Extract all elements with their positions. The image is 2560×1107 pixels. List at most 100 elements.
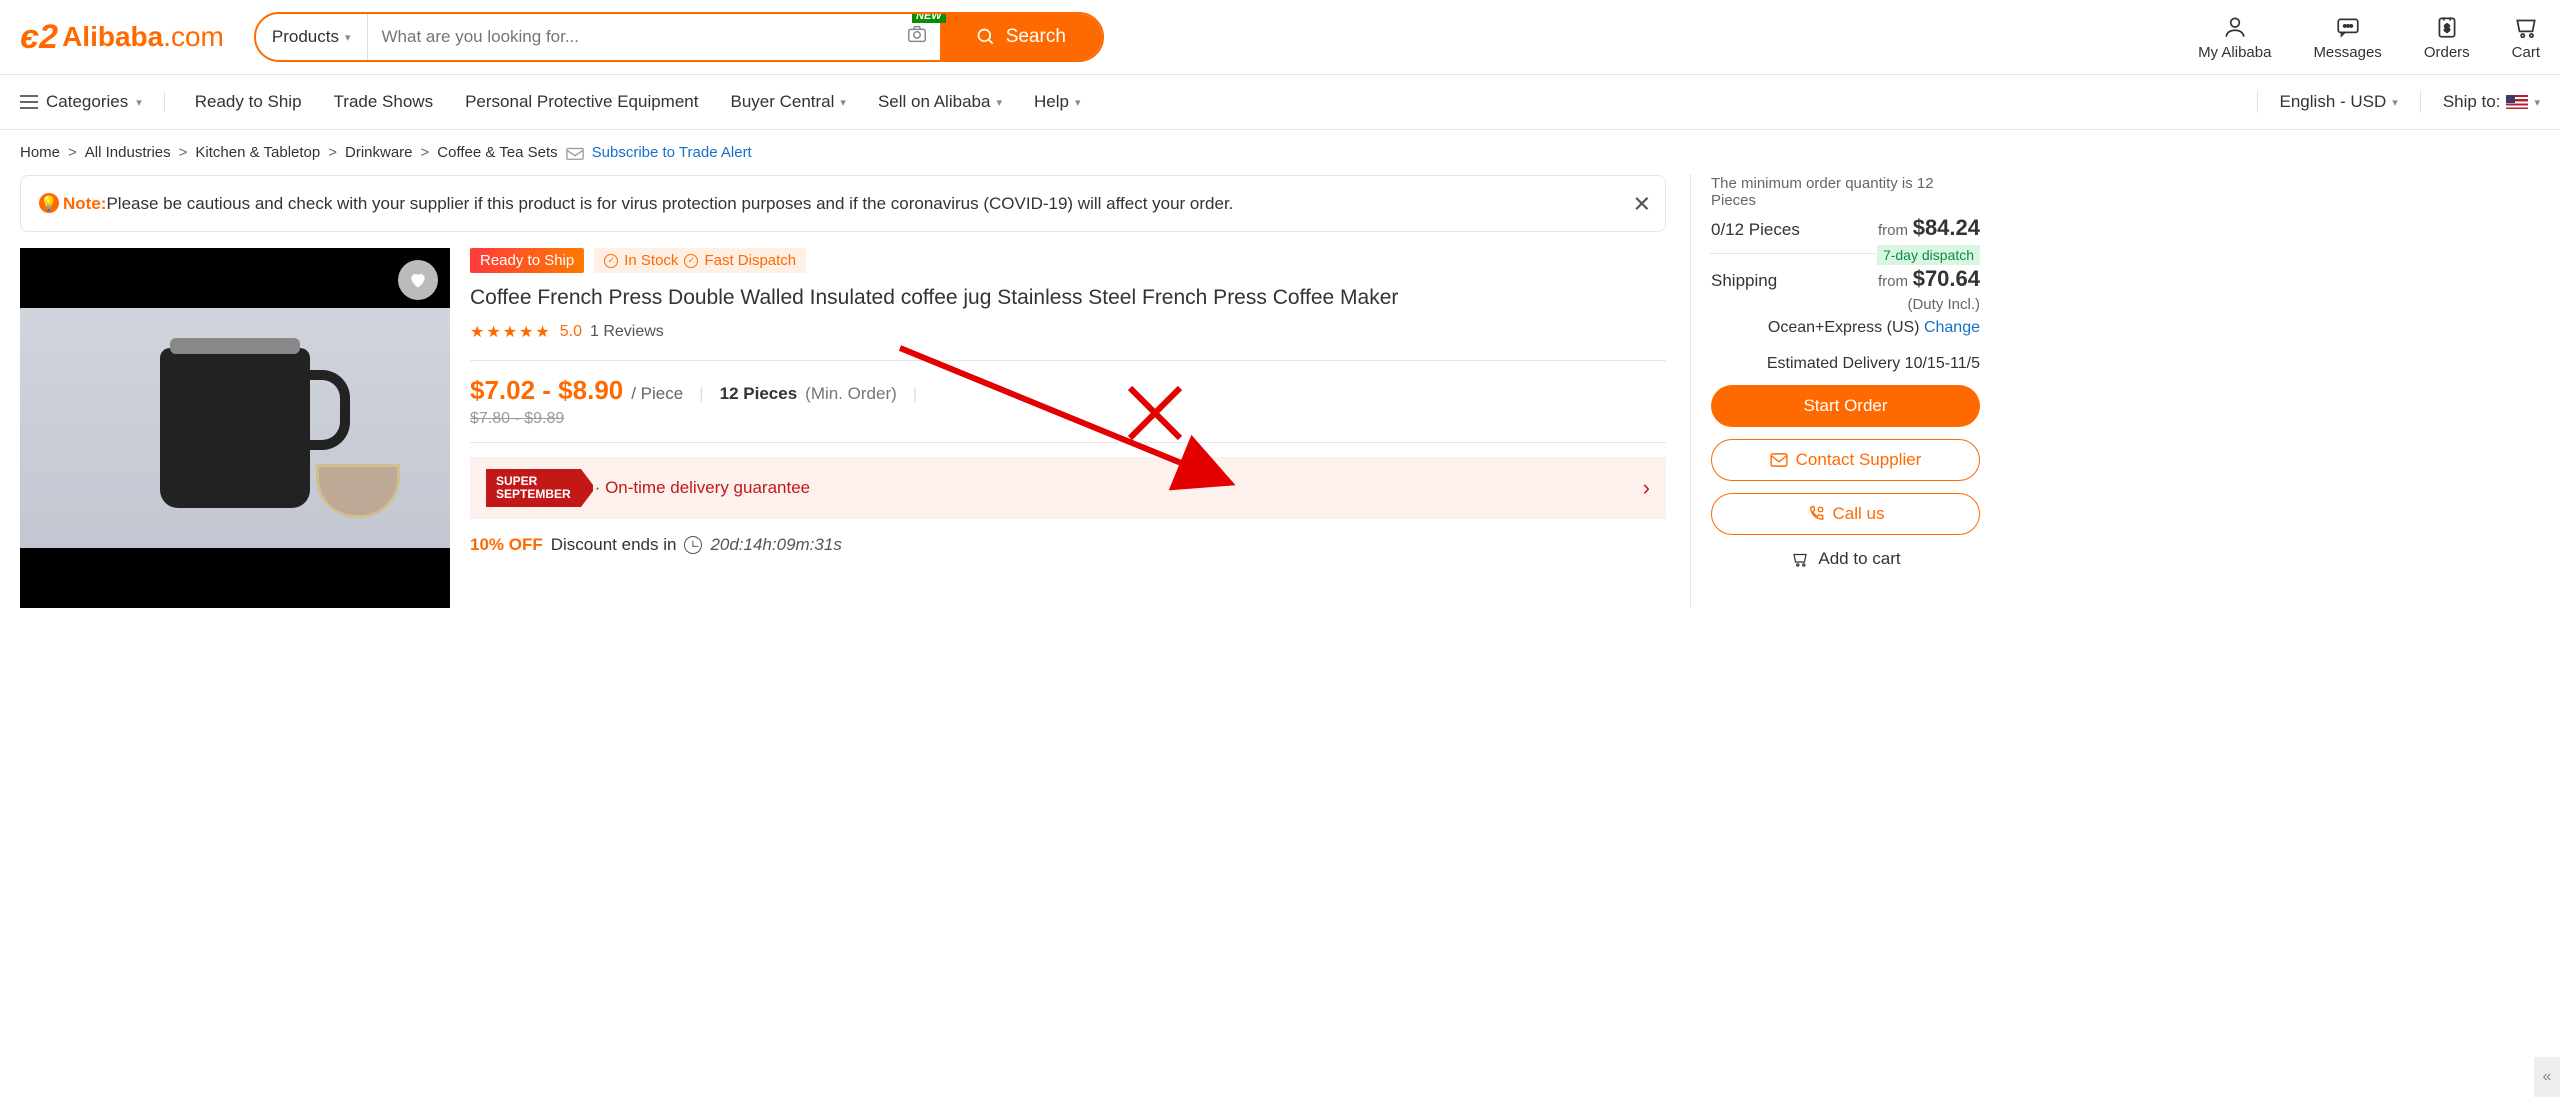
search-button-label: Search [1006, 26, 1066, 48]
chevron-down-icon: ▾ [840, 96, 846, 109]
ship-to-selector[interactable]: Ship to: ▾ [2443, 92, 2540, 112]
pieces-count: 0/12 Pieces [1711, 220, 1800, 240]
bc-all-industries[interactable]: All Industries [85, 144, 171, 161]
old-price: $7.80 - $9.89 [470, 410, 1666, 428]
image-search-icon[interactable]: NEW [894, 23, 940, 51]
search-button[interactable]: Search [940, 14, 1102, 60]
nav-ready-to-ship[interactable]: Ready to Ship [195, 92, 302, 112]
svg-text:$: $ [2444, 23, 2450, 34]
mail-icon [1770, 453, 1788, 467]
moq-text: The minimum order quantity is 12 Pieces [1711, 175, 1980, 209]
reviews-count: 1 Reviews [590, 323, 664, 341]
user-icon [2222, 14, 2248, 40]
ready-to-ship-badge: Ready to Ship [470, 248, 584, 273]
bc-drinkware[interactable]: Drinkware [345, 144, 413, 161]
check-icon: ✓ [684, 254, 698, 268]
categories-label: Categories [46, 92, 128, 112]
breadcrumb: Home > All Industries > Kitchen & Tablet… [0, 130, 2560, 175]
chevron-down-icon: ▾ [996, 96, 1002, 109]
nav-buyer-central[interactable]: Buyer Central ▾ [730, 92, 845, 112]
add-to-cart-button[interactable]: Add to cart [1711, 549, 1980, 569]
alibaba-logo[interactable]: є2 Alibaba.com [20, 18, 224, 57]
search-bar: Products ▾ NEW Search [254, 12, 1104, 62]
heart-icon [408, 270, 428, 290]
nav-trade-shows[interactable]: Trade Shows [334, 92, 434, 112]
contact-supplier-button[interactable]: Contact Supplier [1711, 439, 1980, 481]
dispatch-badge: 7-day dispatch [1877, 245, 1980, 265]
call-us-button[interactable]: Call us [1711, 493, 1980, 535]
discount-percent: 10% OFF [470, 535, 543, 555]
close-icon[interactable]: ✕ [1633, 186, 1651, 221]
bc-kitchen-tabletop[interactable]: Kitchen & Tabletop [195, 144, 320, 161]
price-unit: / Piece [631, 384, 683, 404]
nav-sell-on-alibaba[interactable]: Sell on Alibaba ▾ [878, 92, 1002, 112]
orders-icon: $ [2434, 14, 2460, 40]
clock-icon [684, 536, 702, 554]
logo-icon: є2 [20, 18, 58, 57]
note-text: Please be cautious and check with your s… [106, 194, 1233, 213]
search-category-label: Products [272, 27, 339, 47]
my-alibaba-link[interactable]: My Alibaba [2198, 14, 2271, 61]
product-title: Coffee French Press Double Walled Insula… [470, 283, 1666, 313]
search-input[interactable] [368, 14, 894, 60]
rating-value: 5.0 [560, 323, 582, 341]
chevron-down-icon: ▾ [2392, 96, 2398, 109]
subscribe-trade-alert[interactable]: Subscribe to Trade Alert [592, 144, 752, 161]
chevron-right-icon: › [1643, 475, 1650, 501]
duty-label: (Duty Incl.) [1711, 296, 1980, 313]
nav-ppe[interactable]: Personal Protective Equipment [465, 92, 698, 112]
countdown-timer: 20d:14h:09m:31s [710, 535, 841, 555]
product-image[interactable] [20, 248, 450, 608]
covid-note: 💡Note:Please be cautious and check with … [20, 175, 1666, 232]
categories-menu[interactable]: Categories ▾ [20, 92, 165, 112]
chevron-down-icon: ▾ [1075, 96, 1081, 109]
logo-text: Alibaba [62, 21, 163, 53]
shipping-method: Ocean+Express (US) [1768, 319, 1920, 336]
discount-label: Discount ends in [551, 535, 677, 555]
logo-suffix: .com [163, 21, 224, 53]
side-expand-tab[interactable]: « [2534, 1057, 2560, 1097]
nav-help[interactable]: Help ▾ [1034, 92, 1081, 112]
mail-icon [566, 145, 584, 161]
note-label: Note: [63, 194, 106, 213]
min-order-qty: 12 Pieces [720, 384, 798, 404]
messages-label: Messages [2313, 44, 2381, 61]
favorite-button[interactable] [398, 260, 438, 300]
phone-icon [1807, 505, 1825, 523]
lightbulb-icon: 💡 [39, 193, 59, 213]
price-range: $7.02 - $8.90 [470, 375, 623, 406]
messages-link[interactable]: Messages [2313, 14, 2381, 61]
chevron-down-icon: ▾ [345, 31, 351, 44]
chevron-down-icon: ▾ [136, 96, 142, 109]
star-icons: ★★★★★ [470, 322, 552, 342]
us-flag-icon [2506, 95, 2528, 109]
min-order-label: (Min. Order) [805, 384, 897, 404]
shipping-price: $70.64 [1913, 266, 1980, 291]
stock-badges: ✓In Stock ✓Fast Dispatch [594, 248, 806, 273]
cart-icon [1790, 550, 1810, 568]
bc-home[interactable]: Home [20, 144, 60, 161]
product-rating[interactable]: ★★★★★ 5.0 1 Reviews [470, 322, 1666, 342]
estimated-delivery: Estimated Delivery 10/15-11/5 [1711, 355, 1980, 373]
menu-icon [20, 95, 38, 109]
promo-text: · On-time delivery guarantee [595, 478, 1629, 498]
check-icon: ✓ [604, 254, 618, 268]
promo-banner[interactable]: SUPER SEPTEMBER · On-time delivery guara… [470, 457, 1666, 519]
new-badge: NEW [912, 12, 946, 23]
bc-coffee-tea[interactable]: Coffee & Tea Sets [437, 144, 557, 161]
my-alibaba-label: My Alibaba [2198, 44, 2271, 61]
cart-link[interactable]: Cart [2512, 14, 2540, 61]
cart-icon [2513, 14, 2539, 40]
super-september-badge: SUPER SEPTEMBER [486, 469, 581, 507]
total-price: $84.24 [1913, 215, 1980, 240]
start-order-button[interactable]: Start Order [1711, 385, 1980, 427]
orders-link[interactable]: $ Orders [2424, 14, 2470, 61]
chat-icon [2335, 14, 2361, 40]
change-shipping-link[interactable]: Change [1924, 319, 1980, 336]
shipping-label: Shipping [1711, 271, 1777, 291]
cart-label: Cart [2512, 44, 2540, 61]
locale-selector[interactable]: English - USD ▾ [2280, 92, 2398, 112]
order-panel: The minimum order quantity is 12 Pieces … [1690, 175, 1980, 608]
search-category-dropdown[interactable]: Products ▾ [256, 14, 368, 60]
orders-label: Orders [2424, 44, 2470, 61]
